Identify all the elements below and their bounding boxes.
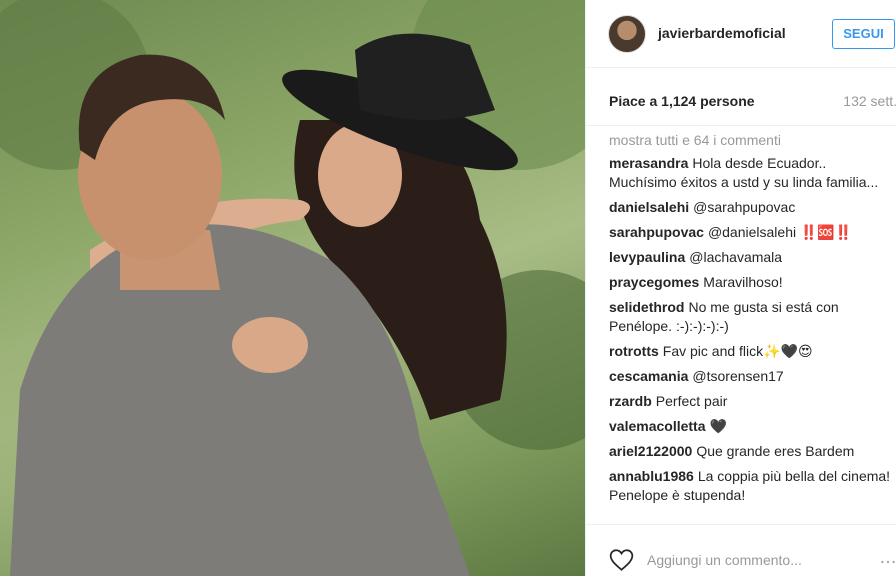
comment-username[interactable]: valemacolletta [609, 418, 706, 434]
post-time[interactable]: 132 sett. [843, 93, 896, 109]
show-all-comments-link[interactable]: mostra tutti e 64 i commenti [609, 131, 895, 149]
comment-item: levypaulina @lachavamala [609, 248, 895, 267]
more-options-icon[interactable]: … [879, 547, 896, 568]
heart-outline-icon[interactable] [608, 547, 635, 573]
comment-username[interactable]: ariel2122000 [609, 443, 692, 459]
comment-text[interactable]: @lachavamala [689, 249, 782, 265]
post-details-panel: javierbardemoficial SEGUI Piace a 1,124 … [585, 0, 896, 576]
comment-item: sarahpupovac @danielsalehi ‼️🆘‼️ [609, 223, 895, 242]
comment-username[interactable]: selidethrod [609, 299, 684, 315]
comment-text: Fav pic and flick✨🖤😍 [662, 343, 813, 359]
follow-button[interactable]: SEGUI [832, 19, 895, 49]
profile-avatar[interactable] [608, 15, 646, 53]
post-footer: Aggiungi un commento... … [586, 524, 896, 576]
comment-text[interactable]: @sarahpupovac [693, 199, 795, 215]
comment-username[interactable]: sarahpupovac [609, 224, 704, 240]
comment-text[interactable]: @danielsalehi ‼️🆘‼️ [708, 224, 852, 240]
comment-item: valemacolletta 🖤 [609, 417, 895, 436]
comment-item: ariel2122000 Que grande eres Bardem [609, 442, 895, 461]
comment-item: danielsalehi @sarahpupovac [609, 198, 895, 217]
post-photo[interactable] [0, 0, 585, 576]
comment-username[interactable]: rotrotts [609, 343, 659, 359]
comment-text: Perfect pair [655, 393, 728, 409]
comments-list: mostra tutti e 64 i commenti merasandra H… [609, 131, 895, 511]
comment-text[interactable]: @tsorensen17 [692, 368, 783, 384]
comment-username[interactable]: praycegomes [609, 274, 699, 290]
comment-item: praycegomes Maravilhoso! [609, 273, 895, 292]
comment-username[interactable]: merasandra [609, 155, 688, 171]
comment-username[interactable]: annablu1986 [609, 468, 694, 484]
comment-text: 🖤 [709, 418, 727, 434]
comment-item: annablu1986 La coppia più bella del cinem… [609, 467, 895, 505]
instagram-post-view: javierbardemoficial SEGUI Piace a 1,124 … [0, 0, 896, 576]
comment-item: selidethrod No me gusta si está con Penél… [609, 298, 895, 336]
comment-item: rzardb Perfect pair [609, 392, 895, 411]
comment-item: cescamania @tsorensen17 [609, 367, 895, 386]
post-header: javierbardemoficial SEGUI [586, 0, 896, 68]
comment-username[interactable]: rzardb [609, 393, 652, 409]
comment-username[interactable]: danielsalehi [609, 199, 689, 215]
likes-count[interactable]: Piace a 1,124 persone [609, 93, 755, 109]
comment-item: rotrotts Fav pic and flick✨🖤😍 [609, 342, 895, 361]
photo-illustration [0, 0, 585, 576]
comment-text: Que grande eres Bardem [696, 443, 855, 459]
post-username[interactable]: javierbardemoficial [658, 25, 786, 41]
comment-item: merasandra Hola desde Ecuador.. Muchísimo… [609, 154, 895, 192]
comment-username[interactable]: levypaulina [609, 249, 685, 265]
comment-username[interactable]: cescamania [609, 368, 688, 384]
likes-row: Piace a 1,124 persone 132 sett. [586, 68, 896, 126]
comment-text: Maravilhoso! [703, 274, 783, 290]
add-comment-input[interactable]: Aggiungi un commento... [647, 552, 802, 568]
